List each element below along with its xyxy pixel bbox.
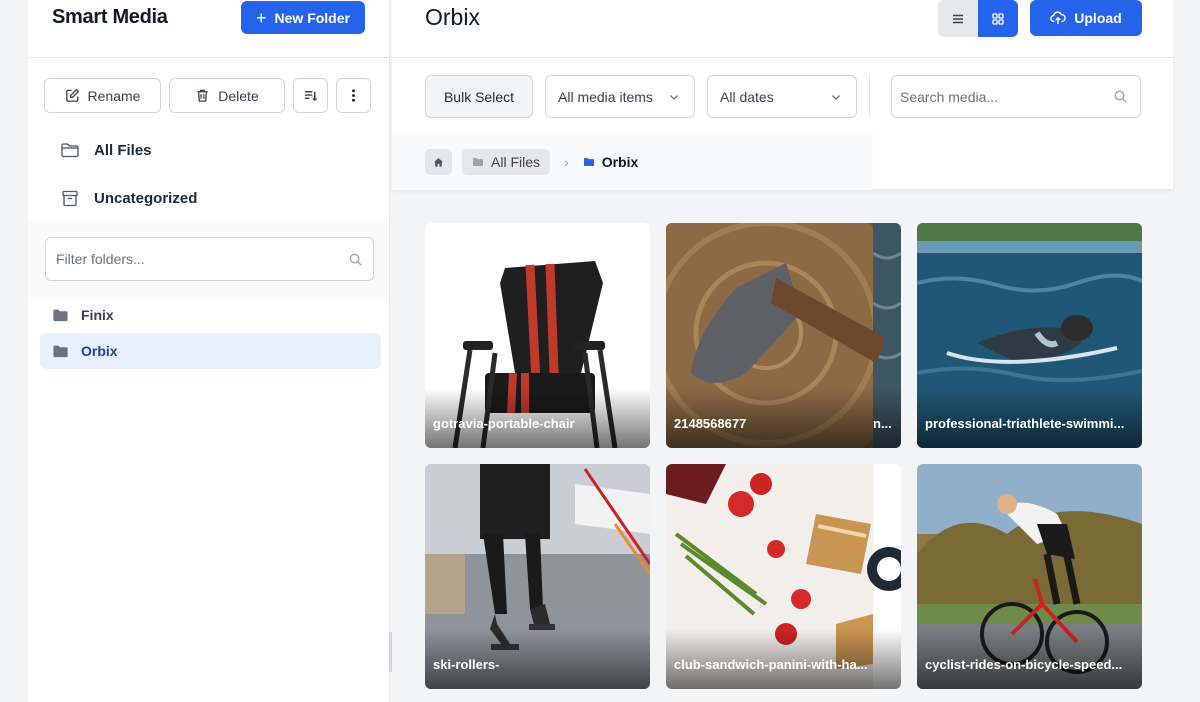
nav-all-files-label: All Files [94, 141, 152, 159]
breadcrumb-all-files[interactable]: All Files [462, 149, 551, 175]
search-icon [1114, 90, 1127, 103]
bulk-select-button[interactable]: Bulk Select [425, 75, 533, 118]
archive-icon [62, 190, 78, 207]
media-card[interactable]: club-sandwich-panini-with-ha... [666, 464, 901, 689]
rename-button[interactable]: Rename [44, 78, 161, 113]
more-options-button[interactable] [336, 78, 371, 113]
media-caption: professional-triathlete-swimmi... [917, 388, 1142, 448]
grid-view-button[interactable] [978, 0, 1018, 37]
sidebar: Smart Media + New Folder Rename Delete A… [28, 0, 390, 702]
media-name-overflow: n... [873, 415, 892, 431]
sidebar-nav: All Files Uncategorized [28, 126, 389, 222]
media-name: 2148568677 [674, 415, 747, 431]
media-caption: cyclist-rides-on-bicycle-speed... [917, 629, 1142, 689]
media-name: cyclist-rides-on-bicycle-speed... [925, 656, 1123, 672]
media-type-value: All media items [558, 88, 653, 105]
media-grid: gotravia-portable-chair 2148568677 n... [425, 223, 1143, 689]
media-search-input[interactable]: Search media... [891, 75, 1141, 118]
nav-uncategorized-label: Uncategorized [94, 189, 198, 207]
nav-uncategorized[interactable]: Uncategorized [28, 174, 389, 222]
folder-icon [53, 345, 68, 357]
folder-icon [53, 309, 68, 321]
chevron-down-icon [670, 94, 678, 100]
trash-icon [197, 89, 208, 102]
media-card[interactable]: 2148568677 n... [666, 223, 901, 448]
folder-filter-input[interactable]: Filter folders... [45, 237, 374, 281]
cloud-upload-icon [1050, 11, 1067, 24]
home-icon [433, 157, 444, 167]
app-title: Smart Media [52, 6, 168, 28]
nav-all-files[interactable]: All Files [28, 126, 389, 174]
folder-item-orbix[interactable]: Orbix [40, 333, 381, 369]
new-folder-button[interactable]: + New Folder [241, 1, 365, 34]
rename-label: Rename [87, 87, 141, 104]
date-select[interactable]: All dates [707, 75, 857, 118]
media-caption: gotravia-portable-chair [425, 388, 650, 448]
toolbar-divider [869, 75, 870, 118]
media-card[interactable]: cyclist-rides-on-bicycle-speed... [917, 464, 1142, 689]
main-header: Orbix Upload [392, 0, 1173, 58]
media-name: professional-triathlete-swimmi... [925, 415, 1125, 431]
search-icon [349, 253, 362, 266]
media-caption: ski-rollers- [425, 629, 650, 689]
new-folder-label: New Folder [274, 9, 350, 26]
folder-icon [583, 158, 594, 166]
media-card[interactable]: professional-triathlete-swimmi... [917, 223, 1142, 448]
sort-icon [304, 91, 318, 102]
upload-label: Upload [1074, 10, 1122, 26]
media-caption: club-sandwich-panini-with-ha... [666, 629, 901, 689]
folder-actions: Rename Delete [44, 78, 371, 113]
plus-icon: + [256, 7, 267, 28]
sidebar-header: Smart Media + New Folder [28, 0, 389, 58]
media-card[interactable]: gotravia-portable-chair [425, 223, 650, 448]
breadcrumb-current: Orbix [583, 154, 639, 170]
media-card[interactable]: ski-rollers- [425, 464, 650, 689]
media-name: gotravia-portable-chair [433, 415, 575, 431]
folder-list: Finix Orbix [40, 297, 381, 369]
media-toolbar: Bulk Select All media items All dates Se… [392, 58, 1173, 190]
grid-icon [992, 12, 1004, 25]
list-icon [953, 14, 963, 23]
list-view-button[interactable] [938, 0, 978, 37]
folder-outline-icon [61, 143, 79, 158]
breadcrumb: All Files › Orbix [392, 134, 873, 190]
folder-filter-area: Filter folders... [28, 220, 389, 298]
page-title: Orbix [425, 4, 480, 30]
folder-item-finix[interactable]: Finix [40, 297, 381, 333]
folder-item-label: Orbix [81, 343, 118, 359]
sort-button[interactable] [293, 78, 328, 113]
folder-item-label: Finix [81, 307, 114, 323]
media-name: ski-rollers- [433, 656, 500, 672]
media-type-select[interactable]: All media items [545, 75, 695, 118]
delete-button[interactable]: Delete [169, 78, 285, 113]
upload-button[interactable]: Upload [1030, 0, 1142, 36]
breadcrumb-current-label: Orbix [601, 154, 639, 170]
folder-filter-placeholder: Filter folders... [56, 251, 145, 267]
folder-icon [473, 158, 483, 166]
chevron-right-icon: › [564, 154, 569, 170]
breadcrumb-home[interactable] [425, 149, 452, 175]
more-vertical-icon [352, 89, 355, 102]
date-value: All dates [720, 88, 774, 105]
media-name: club-sandwich-panini-with-ha... [674, 656, 868, 672]
delete-label: Delete [218, 87, 259, 104]
edit-icon [65, 88, 79, 102]
media-search-placeholder: Search media... [900, 88, 999, 105]
media-caption: 2148568677 n... [666, 388, 901, 448]
breadcrumb-root-label: All Files [491, 154, 541, 170]
chevron-down-icon [832, 94, 840, 100]
view-toggle [938, 0, 1018, 37]
